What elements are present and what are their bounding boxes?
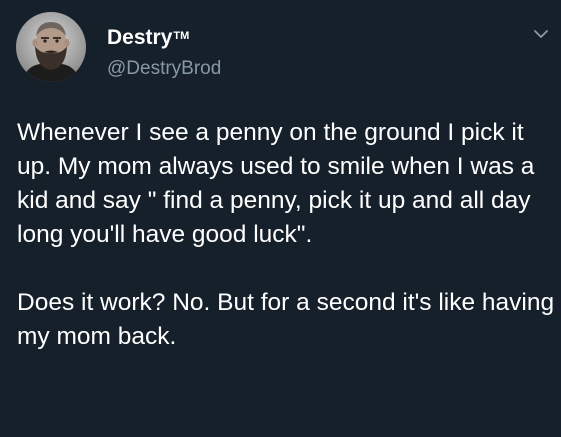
bearded-man-photo-icon [16, 12, 86, 82]
tweet-paragraph: Whenever I see a penny on the ground I p… [17, 119, 535, 248]
author-handle[interactable]: @DestryBrod [107, 57, 221, 81]
trademark-mark: TM [173, 30, 190, 42]
author-name-text: Destry [107, 26, 173, 49]
avatar[interactable] [16, 12, 86, 82]
tweet-paragraph: Does it work? No. But for a second it's … [17, 289, 555, 350]
tweet-text: Whenever I see a penny on the ground I p… [17, 116, 557, 354]
author-name[interactable]: DestryTM [107, 25, 189, 51]
tweet-card: DestryTM @DestryBrod Whenever I see a pe… [0, 0, 561, 437]
chevron-down-icon[interactable] [531, 24, 551, 44]
